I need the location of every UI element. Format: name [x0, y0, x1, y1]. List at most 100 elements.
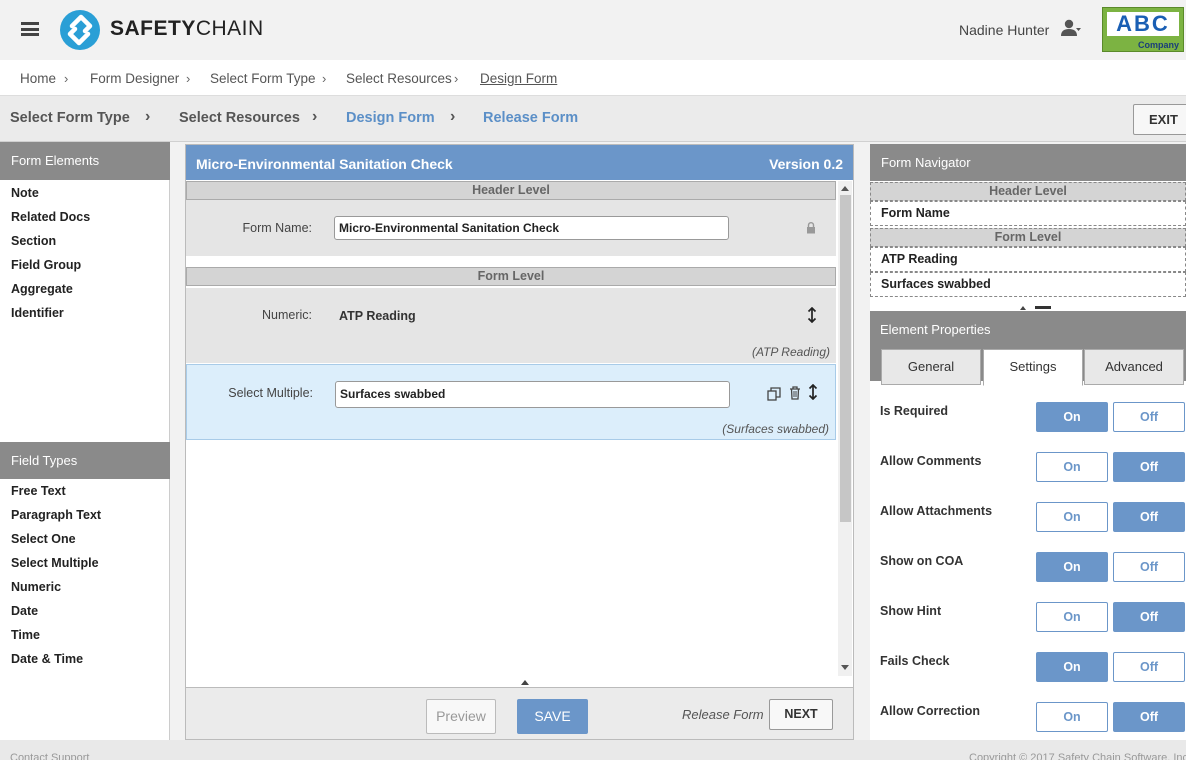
form-element-field-group[interactable]: Field Group [11, 258, 81, 272]
wizard-step-release-form[interactable]: Release Form [483, 110, 578, 126]
form-element-section[interactable]: Section [11, 234, 56, 248]
fails-check-off-toggle[interactable]: Off [1113, 652, 1185, 682]
release-form-label: Release Form [682, 707, 764, 722]
show-on-coa-label: Show on COA [880, 554, 964, 568]
form-name-row[interactable]: Form Name: Micro-Environmental Sanitatio… [186, 200, 836, 256]
select-multiple-row[interactable]: Select Multiple: Surfaces swabbed (Surfa… [186, 364, 836, 440]
exit-button[interactable]: EXIT [1133, 104, 1186, 135]
form-version: Version 0.2 [769, 156, 843, 172]
field-type-time[interactable]: Time [11, 628, 40, 642]
page-footer: Contact Support Copyright © 2017 Safety … [0, 740, 1186, 760]
trash-icon[interactable] [789, 386, 801, 400]
breadcrumb-design-form[interactable]: Design Form [480, 71, 557, 86]
show-hint-label: Show Hint [880, 604, 942, 618]
wizard-step-select-resources[interactable]: Select Resources [179, 110, 300, 126]
wizard-step-design-form[interactable]: Design Form [346, 110, 435, 126]
field-type-select-multiple[interactable]: Select Multiple [11, 556, 99, 570]
form-element-note[interactable]: Note [11, 186, 39, 200]
numeric-hint: (ATP Reading) [751, 345, 830, 359]
allow-comments-off-toggle[interactable]: Off [1113, 452, 1185, 482]
nav-form-level: Form Level [870, 228, 1186, 247]
allow-attachments-on-toggle[interactable]: On [1036, 502, 1108, 532]
tab-advanced[interactable]: Advanced [1084, 349, 1184, 385]
chevron-right-icon: › [64, 71, 69, 86]
allow-attachments-off-toggle[interactable]: Off [1113, 502, 1185, 532]
element-properties-header: Element Properties General Settings Adva… [870, 311, 1186, 386]
nav-item-atp-reading[interactable]: ATP Reading [870, 247, 1186, 272]
select-multiple-input[interactable]: Surfaces swabbed [335, 381, 730, 408]
chevron-right-icon: › [312, 108, 318, 125]
form-element-identifier[interactable]: Identifier [11, 306, 64, 320]
allow-correction-off-toggle[interactable]: Off [1113, 702, 1185, 732]
field-type-paragraph-text[interactable]: Paragraph Text [11, 508, 101, 522]
allow-comments-label: Allow Comments [880, 454, 982, 468]
drag-handle-icon[interactable] [807, 307, 817, 323]
nav-item-surfaces-swabbed[interactable]: Surfaces swabbed [870, 272, 1186, 297]
form-title-bar: Micro-Environmental Sanitation Check Ver… [186, 145, 853, 180]
field-type-date-time[interactable]: Date & Time [11, 652, 83, 666]
form-element-aggregate[interactable]: Aggregate [11, 282, 73, 296]
allow-correction-label: Allow Correction [880, 704, 981, 718]
allow-comments-on-toggle[interactable]: On [1036, 452, 1108, 482]
user-name[interactable]: Nadine Hunter [959, 22, 1049, 38]
numeric-row[interactable]: Numeric: ATP Reading (ATP Reading) [186, 288, 836, 363]
breadcrumb-select-resources[interactable]: Select Resources [346, 71, 452, 86]
wizard-step-select-form-type[interactable]: Select Form Type [10, 110, 130, 126]
left-panel: Form Elements Note Related Docs Section … [0, 142, 170, 740]
is-required-on-toggle[interactable]: On [1036, 402, 1108, 432]
contact-support-link[interactable]: Contact Support [10, 752, 90, 760]
header-level-bar: Header Level [186, 181, 836, 200]
drag-handle-icon[interactable] [808, 384, 818, 400]
form-element-related-docs[interactable]: Related Docs [11, 210, 90, 224]
tab-general[interactable]: General [881, 349, 981, 385]
field-type-free-text[interactable]: Free Text [11, 484, 66, 498]
field-type-numeric[interactable]: Numeric [11, 580, 61, 594]
field-types-header: Field Types [0, 442, 170, 479]
breadcrumb-form-designer[interactable]: Form Designer [90, 71, 179, 86]
lock-icon [807, 222, 815, 234]
right-panel: Form Navigator Header Level Form Name Fo… [870, 144, 1186, 740]
is-required-off-toggle[interactable]: Off [1113, 402, 1185, 432]
show-on-coa-on-toggle[interactable]: On [1036, 552, 1108, 582]
allow-attachments-label: Allow Attachments [880, 504, 993, 518]
resize-handle-icon[interactable] [1020, 304, 1054, 310]
chevron-right-icon: › [450, 108, 456, 125]
field-type-select-one[interactable]: Select One [11, 532, 76, 546]
form-navigator-header: Form Navigator [870, 144, 1186, 181]
collapse-arrow-icon[interactable] [521, 680, 529, 685]
safetychain-logo-icon [60, 10, 100, 50]
form-name-label: Form Name: [242, 221, 312, 235]
scroll-up-icon[interactable] [841, 185, 849, 191]
show-hint-on-toggle[interactable]: On [1036, 602, 1108, 632]
nav-item-form-name[interactable]: Form Name [870, 201, 1186, 226]
copy-icon[interactable] [767, 387, 781, 401]
form-title: Micro-Environmental Sanitation Check [196, 156, 453, 172]
tab-settings[interactable]: Settings [983, 349, 1083, 386]
select-multiple-hint: (Surfaces swabbed) [722, 422, 829, 436]
show-on-coa-off-toggle[interactable]: Off [1113, 552, 1185, 582]
user-profile-icon[interactable] [1061, 19, 1081, 37]
logo-text: SAFETYCHAIN [110, 17, 264, 40]
next-button[interactable]: NEXT [769, 699, 833, 730]
field-type-date[interactable]: Date [11, 604, 38, 618]
hamburger-menu-icon[interactable] [21, 22, 39, 36]
form-name-input[interactable]: Micro-Environmental Sanitation Check [334, 216, 729, 240]
allow-correction-on-toggle[interactable]: On [1036, 702, 1108, 732]
breadcrumb-home[interactable]: Home [20, 71, 56, 86]
numeric-field-name: ATP Reading [339, 309, 416, 323]
numeric-label: Numeric: [261, 308, 312, 322]
copyright-text: Copyright © 2017 Safety Chain Software, … [969, 752, 1186, 760]
fails-check-on-toggle[interactable]: On [1036, 652, 1108, 682]
breadcrumb-select-form-type[interactable]: Select Form Type [210, 71, 316, 86]
show-hint-off-toggle[interactable]: Off [1113, 602, 1185, 632]
fails-check-label: Fails Check [880, 654, 950, 668]
nav-header-level: Header Level [870, 182, 1186, 201]
scroll-down-icon[interactable] [841, 665, 849, 671]
chevron-right-icon: › [186, 71, 191, 86]
scrollbar-thumb[interactable] [840, 195, 851, 522]
preview-button[interactable]: Preview [426, 699, 496, 734]
form-level-bar: Form Level [186, 267, 836, 286]
form-footer: Preview SAVE Release Form NEXT [186, 687, 853, 739]
save-button[interactable]: SAVE [517, 699, 588, 734]
company-logo: ABC Company [1102, 7, 1184, 52]
